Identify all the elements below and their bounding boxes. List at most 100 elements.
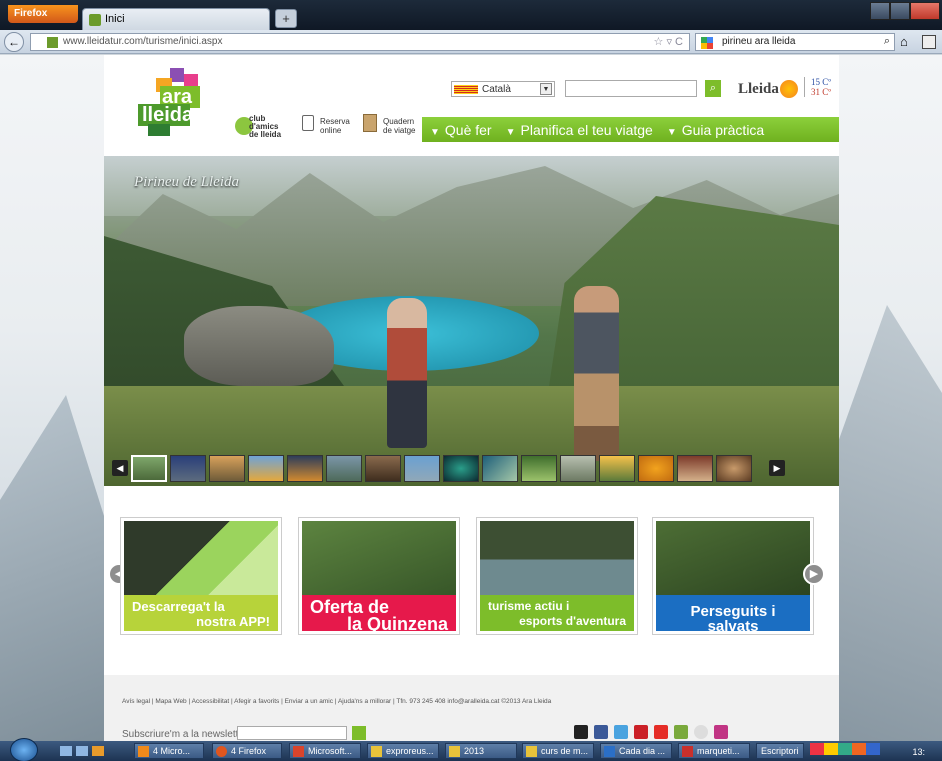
- slide-thumbnail[interactable]: [482, 454, 518, 482]
- promo-perseguits-caption: Perseguits i salvats: [656, 595, 810, 634]
- outlook-icon[interactable]: [92, 746, 104, 756]
- newsletter-email-input[interactable]: [237, 726, 347, 740]
- facebook-icon[interactable]: [594, 725, 608, 739]
- social-icons: [574, 725, 728, 739]
- promo-turisme-actiu[interactable]: turisme actiu i esports d'aventura: [476, 517, 638, 635]
- home-icon[interactable]: ⌂: [900, 34, 908, 49]
- promo-app-caption: Descarrega't la nostra APP!: [124, 595, 278, 631]
- browser-search-input[interactable]: pirineu ara lleida ⌕: [695, 33, 895, 51]
- slide-thumbnail[interactable]: [326, 454, 362, 482]
- temp-max: 31 Cº: [811, 87, 832, 97]
- slide-thumbnail[interactable]: [599, 454, 635, 482]
- hiker-figure: [387, 298, 427, 448]
- tray-icons[interactable]: [810, 743, 880, 755]
- taskbar-item[interactable]: exproreus...: [367, 743, 439, 759]
- carousel-next-arrow-icon[interactable]: ▶: [803, 563, 825, 585]
- url-favicon-icon: [47, 37, 58, 48]
- site-search-button[interactable]: ⌕: [705, 80, 721, 97]
- slide-thumbnail[interactable]: [677, 454, 713, 482]
- hero-slideshow[interactable]: Pirineu de Lleida ◀ ▶: [104, 156, 839, 486]
- taskbar-item[interactable]: 4 Firefox: [212, 743, 282, 759]
- taskbar-item[interactable]: 2013: [445, 743, 517, 759]
- main-menu: ▼ Què fer ▼ Planifica el teu viatge ▼ Guia …: [422, 117, 839, 142]
- system-tray: 13:: [810, 743, 925, 759]
- ara-lleida-logo[interactable]: ara lleida: [134, 68, 212, 136]
- slide-thumbnail[interactable]: [716, 454, 752, 482]
- triangle-down-icon: ▼: [666, 126, 677, 138]
- web-page: ara lleida Català ▼ ⌕ Lleida 15 Cº 31 Cº…: [0, 55, 942, 741]
- club-amics-link[interactable]: club d'amics de lleida: [235, 115, 287, 139]
- reserva-online-link[interactable]: Reserva online: [300, 111, 358, 139]
- bookmarks-icon[interactable]: [922, 35, 936, 49]
- taskbar-item[interactable]: curs de m...: [522, 743, 594, 759]
- instagram-icon[interactable]: [714, 725, 728, 739]
- club-label: club d'amics de lleida: [249, 114, 282, 139]
- firefox-menu-button[interactable]: Firefox: [8, 5, 78, 23]
- explorer-icon[interactable]: [76, 746, 88, 756]
- menu-planifica[interactable]: ▼ Planifica el teu viatge: [506, 122, 653, 138]
- taskbar-item[interactable]: marqueti...: [678, 743, 750, 759]
- slide-thumbnail[interactable]: [209, 454, 245, 482]
- newsletter-label: Subscriure'm a la newsletter: [122, 729, 248, 740]
- site-footer: Avís legal | Mapa Web | Accessibilitat |…: [104, 675, 839, 741]
- maximize-button[interactable]: [889, 2, 910, 20]
- bookmark-star-icon[interactable]: ☆ ▿ C: [654, 35, 683, 48]
- pinterest-icon[interactable]: [634, 725, 648, 739]
- promo-carousel: ◀ Descarrega't la nostra APP! Oferta de …: [104, 502, 839, 667]
- slide-thumbnail[interactable]: [287, 454, 323, 482]
- next-slide-arrow-icon[interactable]: ▶: [769, 460, 785, 476]
- promo-turisme-caption: turisme actiu i esports d'aventura: [480, 595, 634, 631]
- windows-taskbar: 4 Micro... 4 Firefox Microsoft... expror…: [0, 738, 942, 761]
- youtube-icon[interactable]: [654, 725, 668, 739]
- taskbar-item[interactable]: Cada dia ...: [600, 743, 672, 759]
- menu-que-fer[interactable]: ▼ Què fer: [430, 122, 492, 138]
- language-select[interactable]: Català ▼: [451, 81, 555, 97]
- minimize-button[interactable]: [870, 2, 890, 20]
- quadern-viatge-link[interactable]: Quadern de viatge: [361, 111, 419, 139]
- weather-temperatures: 15 Cº 31 Cº: [804, 77, 831, 97]
- notebook-icon: [363, 114, 377, 132]
- taskbar-item[interactable]: Microsoft...: [289, 743, 361, 759]
- slide-thumbnail[interactable]: [560, 454, 596, 482]
- slide-thumbnail[interactable]: [521, 454, 557, 482]
- tab-inici[interactable]: Inici: [82, 8, 270, 30]
- newsletter-submit-button[interactable]: [352, 726, 366, 740]
- slide-thumbnail[interactable]: [365, 454, 401, 482]
- promo-perseguits[interactable]: Perseguits i salvats: [652, 517, 814, 635]
- flickr-icon[interactable]: [694, 725, 708, 739]
- tripadvisor-icon[interactable]: [674, 725, 688, 739]
- show-desktop-icon[interactable]: [60, 746, 72, 756]
- language-value: Català: [482, 84, 511, 95]
- site-favicon-icon: [89, 14, 101, 26]
- reserva-line2: online: [320, 126, 342, 135]
- twitter-icon[interactable]: [614, 725, 628, 739]
- footer-links[interactable]: Avís legal | Mapa Web | Accessibilitat |…: [122, 698, 551, 705]
- search-icon[interactable]: ⌕: [884, 35, 890, 48]
- slide-thumbnail[interactable]: [170, 454, 206, 482]
- menu-guia-practica[interactable]: ▼ Guia pràctica: [667, 122, 764, 138]
- windows-start-button[interactable]: [10, 738, 38, 761]
- apple-icon[interactable]: [574, 725, 588, 739]
- slide-thumbnail[interactable]: [404, 454, 440, 482]
- taskbar-item[interactable]: Escriptori: [756, 743, 804, 759]
- promo-app[interactable]: Descarrega't la nostra APP!: [120, 517, 282, 635]
- close-window-button[interactable]: [909, 2, 940, 20]
- hero-caption: Pirineu de Lleida: [134, 174, 239, 190]
- catalan-flag-icon: [454, 85, 478, 94]
- taskbar-item[interactable]: 4 Micro...: [134, 743, 204, 759]
- promo-oferta[interactable]: Oferta de la Quinzena: [298, 517, 460, 635]
- slide-thumbnail[interactable]: [248, 454, 284, 482]
- slide-thumbnail[interactable]: [131, 454, 167, 482]
- site-search-input[interactable]: [565, 80, 697, 97]
- previous-slide-arrow-icon[interactable]: ◀: [112, 460, 128, 476]
- slide-thumbnail[interactable]: [443, 454, 479, 482]
- back-arrow-icon[interactable]: ←: [4, 32, 24, 52]
- background-mountain-right: [832, 305, 942, 741]
- sun-icon: [780, 80, 798, 98]
- url-bar[interactable]: www.lleidatur.com/turisme/inici.aspx ☆ ▿…: [30, 33, 690, 51]
- chevron-down-icon[interactable]: ▼: [540, 83, 552, 95]
- slide-thumbnail[interactable]: [638, 454, 674, 482]
- reservation-icon: [302, 115, 314, 131]
- browser-search-value: pirineu ara lleida: [722, 36, 796, 47]
- new-tab-button[interactable]: +: [275, 9, 297, 28]
